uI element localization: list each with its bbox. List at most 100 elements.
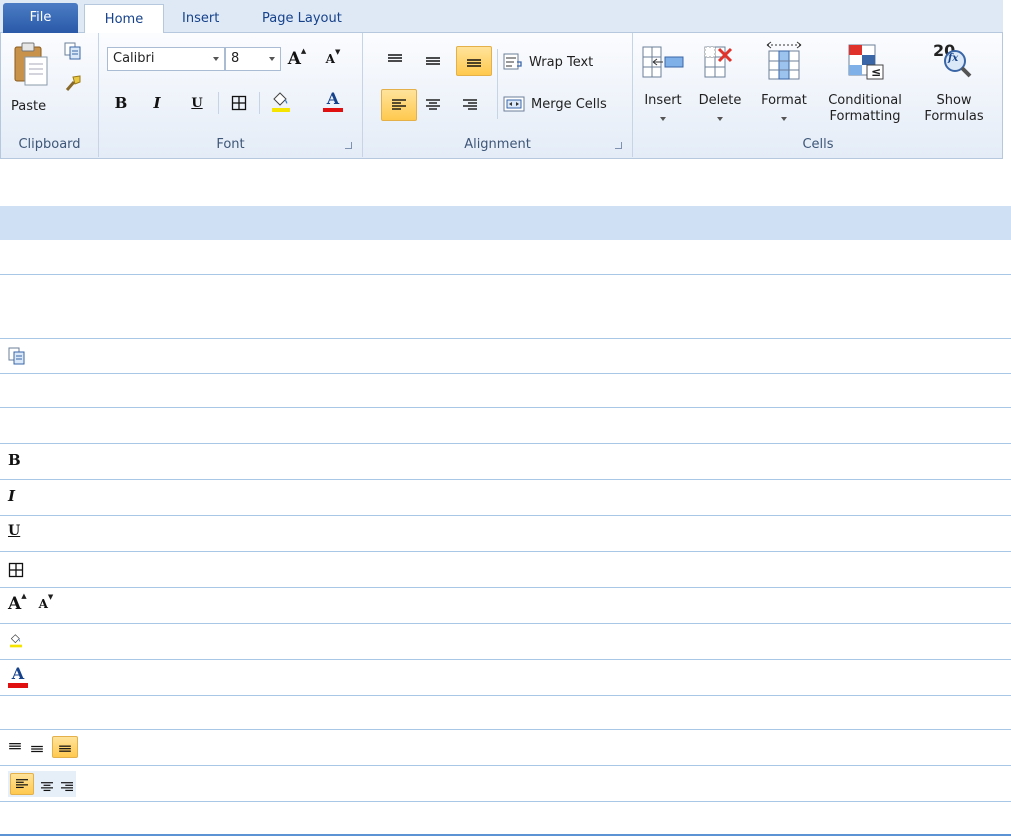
conditional-formatting-label-1: Conditional [828,93,902,108]
tab-insert[interactable]: Insert [172,4,229,33]
copy-icon [8,347,26,365]
shrink-font-button[interactable]: A ▼ [321,47,345,71]
shrink-font-icon: A [38,597,48,611]
font-color-button[interactable]: A [321,89,345,113]
show-formulas-button[interactable]: 20 fx Show Formulas [919,41,989,125]
italic-icon: I [8,487,16,505]
format-cells-button[interactable]: Format [757,41,811,125]
fill-color-icon [272,92,290,112]
chevron-down-icon [781,117,787,121]
alignment-dialog-launcher-icon[interactable] [615,142,622,149]
font-group: Calibri 8 A ▲ A ▼ B I U A Font [99,33,363,157]
font-group-label: Font [216,137,245,152]
list-row[interactable] [0,552,1011,588]
borders-button[interactable] [227,91,251,115]
font-size-combo[interactable]: 8 [225,47,281,71]
separator [497,49,498,119]
list-row[interactable]: A [0,660,1011,696]
chevron-down-icon [660,117,666,121]
ribbon: File Home Insert Page Layout Paste Clipb… [0,0,1003,160]
list-row[interactable] [0,339,1011,374]
separator [218,92,219,114]
align-right-icon [463,99,477,110]
align-center-icon [40,781,53,791]
alignment-group: Wrap Text Merge Cells Alignment [363,33,633,157]
font-dialog-launcher-icon[interactable] [345,142,352,149]
italic-button[interactable]: I [145,91,169,115]
wrap-text-icon [503,53,522,70]
borders-icon [8,562,24,578]
underline-button[interactable]: U [185,91,209,115]
grow-font-icon: A [287,49,301,69]
paste-label: Paste [11,99,47,114]
align-left-icon [10,773,34,795]
font-color-icon: A [8,666,28,688]
underline-icon: U [191,95,203,111]
format-cells-label: Format [761,93,807,108]
merge-cells-button[interactable]: Merge Cells [503,93,621,115]
borders-icon [231,95,247,111]
align-left-button[interactable] [381,89,417,121]
align-center-icon [426,99,440,110]
alignment-group-label: Alignment [464,137,531,152]
delete-cells-button[interactable]: Delete [695,41,745,125]
copy-icon[interactable] [64,42,82,60]
list-row[interactable] [0,730,1011,766]
merge-cells-icon [503,96,525,112]
list-row[interactable]: U [0,516,1011,552]
insert-cells-button[interactable]: Insert [639,41,687,125]
cells-group: Insert Delete Format ≤ Conditional Forma… [633,33,1003,157]
align-bottom-button[interactable] [456,46,492,76]
align-top-button[interactable] [383,47,407,71]
grow-font-button[interactable]: A ▲ [285,47,309,71]
align-bottom-icon [52,736,78,758]
wrap-text-label: Wrap Text [529,55,594,70]
fill-color-button[interactable] [269,89,293,113]
list-row[interactable] [0,624,1011,660]
align-middle-icon [426,57,440,65]
bold-icon: B [114,94,128,112]
vertical-align-icons [8,736,78,758]
tab-file[interactable]: File [3,3,78,33]
ribbon-tab-bar: File Home Insert Page Layout [0,0,1003,34]
align-middle-button[interactable] [421,49,445,73]
horizontal-align-icons [8,771,76,797]
format-cells-icon [766,41,802,80]
format-painter-icon[interactable] [63,73,83,93]
bold-button[interactable]: B [109,91,133,115]
delete-cells-icon [704,46,733,78]
conditional-formatting-button[interactable]: ≤ Conditional Formatting [823,41,907,125]
align-bottom-icon [467,59,481,67]
show-formulas-icon: 20 fx [933,41,975,81]
chevron-down-icon [269,57,275,61]
list-row [0,374,1011,408]
list-bottom-border [0,834,1011,836]
tab-page-layout[interactable]: Page Layout [252,4,352,33]
clipboard-group-label: Clipboard [18,137,81,152]
clipboard-group: Paste Clipboard [1,33,99,157]
ribbon-panel: Paste Clipboard Calibri 8 A ▲ A ▼ B I U … [0,33,1003,159]
align-top-icon [9,743,21,750]
align-left-icon [392,99,406,110]
font-family-combo[interactable]: Calibri [107,47,225,71]
paste-button[interactable]: Paste [7,39,55,121]
list-row[interactable]: I [0,480,1011,516]
list-row[interactable]: A ▲ A ▼ [0,588,1011,624]
list-row[interactable] [0,766,1011,802]
align-center-button[interactable] [421,93,445,117]
list-row [0,696,1011,730]
underline-icon: U [8,523,21,539]
list-row[interactable]: B [0,444,1011,480]
font-color-icon: A [323,90,343,112]
align-right-button[interactable] [458,93,482,117]
cells-group-label: Cells [802,137,834,152]
chevron-down-icon [717,117,723,121]
font-size-icons: A ▲ A ▼ [8,592,54,614]
merge-cells-label: Merge Cells [531,97,607,112]
tab-home[interactable]: Home [84,4,164,34]
paste-icon [14,42,48,86]
font-size-value: 8 [231,51,240,66]
list-header [0,206,1011,240]
align-right-icon [60,781,73,791]
wrap-text-button[interactable]: Wrap Text [503,51,613,73]
